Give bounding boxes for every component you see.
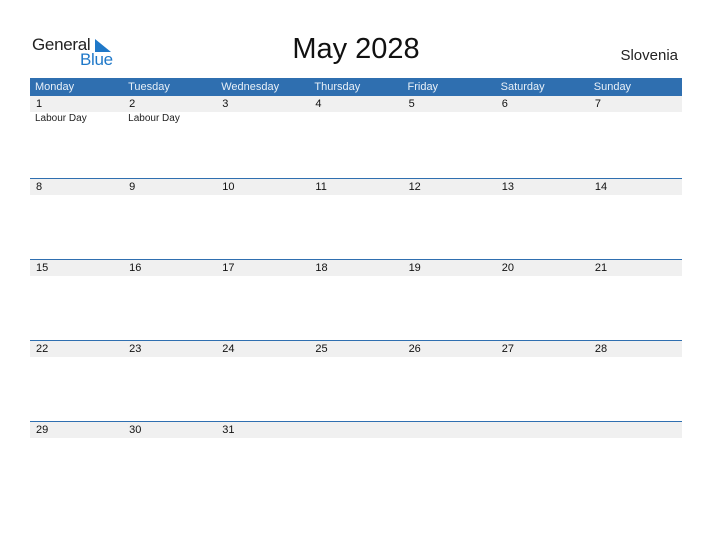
week-row: 22 23 24 25 26 27 28 [30,340,682,422]
day-number: 27 [501,343,514,355]
day-number: 17 [222,262,235,274]
day-number: 14 [594,181,608,193]
day-number: 11 [315,181,327,193]
day-cell [496,422,589,503]
day-cell: 4 [309,96,402,177]
day-cell: 5 [403,96,496,177]
day-cell: 13 [496,179,589,260]
week-row: 15 16 17 18 19 20 21 [30,259,682,341]
day-cell: 6 [496,96,589,177]
day-cell: 8 [30,179,123,260]
day-cell: 23 [123,341,216,422]
day-cell: 25 [309,341,402,422]
day-cell: 9 [123,179,216,260]
weekday-thursday: Thursday [314,81,361,93]
day-number: 19 [408,262,421,274]
day-number: 15 [36,262,49,274]
day-cell: 18 [309,260,402,341]
day-cell: 12 [403,179,496,260]
day-number: 22 [36,343,49,355]
week-row: 1 Labour Day 2 Labour Day 3 4 5 6 7 [30,96,682,177]
weekday-saturday: Saturday [500,81,545,93]
day-number: 3 [222,98,229,110]
day-number: 7 [594,98,601,110]
weekday-friday: Friday [407,81,439,93]
week-row: 8 9 10 11 12 13 14 [30,178,682,260]
day-number: 2 [129,98,136,110]
day-cell: 21 [589,260,682,341]
day-cell: 15 [30,260,123,341]
day-number: 25 [315,343,328,355]
day-cell [309,422,402,503]
day-number: 20 [501,262,514,274]
day-cell [403,422,496,503]
day-number: 21 [594,262,608,274]
day-number: 6 [501,98,508,110]
day-cell: 11 [309,179,402,260]
weekday-header: Monday Tuesday Wednesday Thursday Friday… [30,78,682,96]
day-number: 24 [222,343,235,355]
day-cell: 31 [216,422,309,503]
day-number: 28 [594,343,608,355]
day-number: 12 [408,181,421,193]
day-cell: 10 [216,179,309,260]
day-number: 23 [129,343,142,355]
day-cell: 3 [216,96,309,177]
holiday-label: Labour Day [35,113,87,124]
day-cell: 29 [30,422,123,503]
day-cell: 17 [216,260,309,341]
day-cell: 14 [589,179,682,260]
day-number: 9 [129,181,136,193]
day-number: 1 [36,98,43,110]
day-number: 26 [408,343,421,355]
weekday-wednesday: Wednesday [221,81,280,93]
day-number: 29 [36,424,49,436]
day-cell: 28 [589,341,682,422]
day-number: 31 [222,424,235,436]
day-number: 13 [501,181,514,193]
day-cell: 19 [403,260,496,341]
day-cell: 2 Labour Day [123,96,216,177]
day-number: 8 [36,181,43,193]
day-number: 10 [222,181,235,193]
day-cell: 22 [30,341,123,422]
day-number: 4 [315,98,322,110]
day-number: 30 [129,424,142,436]
day-cell: 1 Labour Day [30,96,123,177]
weekday-sunday: Sunday [593,81,632,93]
day-cell: 24 [216,341,309,422]
week-row: 29 30 31 [30,421,682,503]
day-cell [589,422,682,503]
day-cell: 7 [589,96,682,177]
day-cell: 27 [496,341,589,422]
weekday-monday: Monday [35,81,75,93]
holiday-label: Labour Day [128,113,180,124]
calendar-title: May 2028 [292,33,420,65]
day-cell: 20 [496,260,589,341]
country-label: Slovenia [620,47,678,64]
weekday-tuesday: Tuesday [128,81,170,93]
day-cell: 26 [403,341,496,422]
day-number: 5 [408,98,415,110]
day-cell: 16 [123,260,216,341]
day-number: 16 [129,262,142,274]
day-number: 18 [315,262,328,274]
day-cell: 30 [123,422,216,503]
